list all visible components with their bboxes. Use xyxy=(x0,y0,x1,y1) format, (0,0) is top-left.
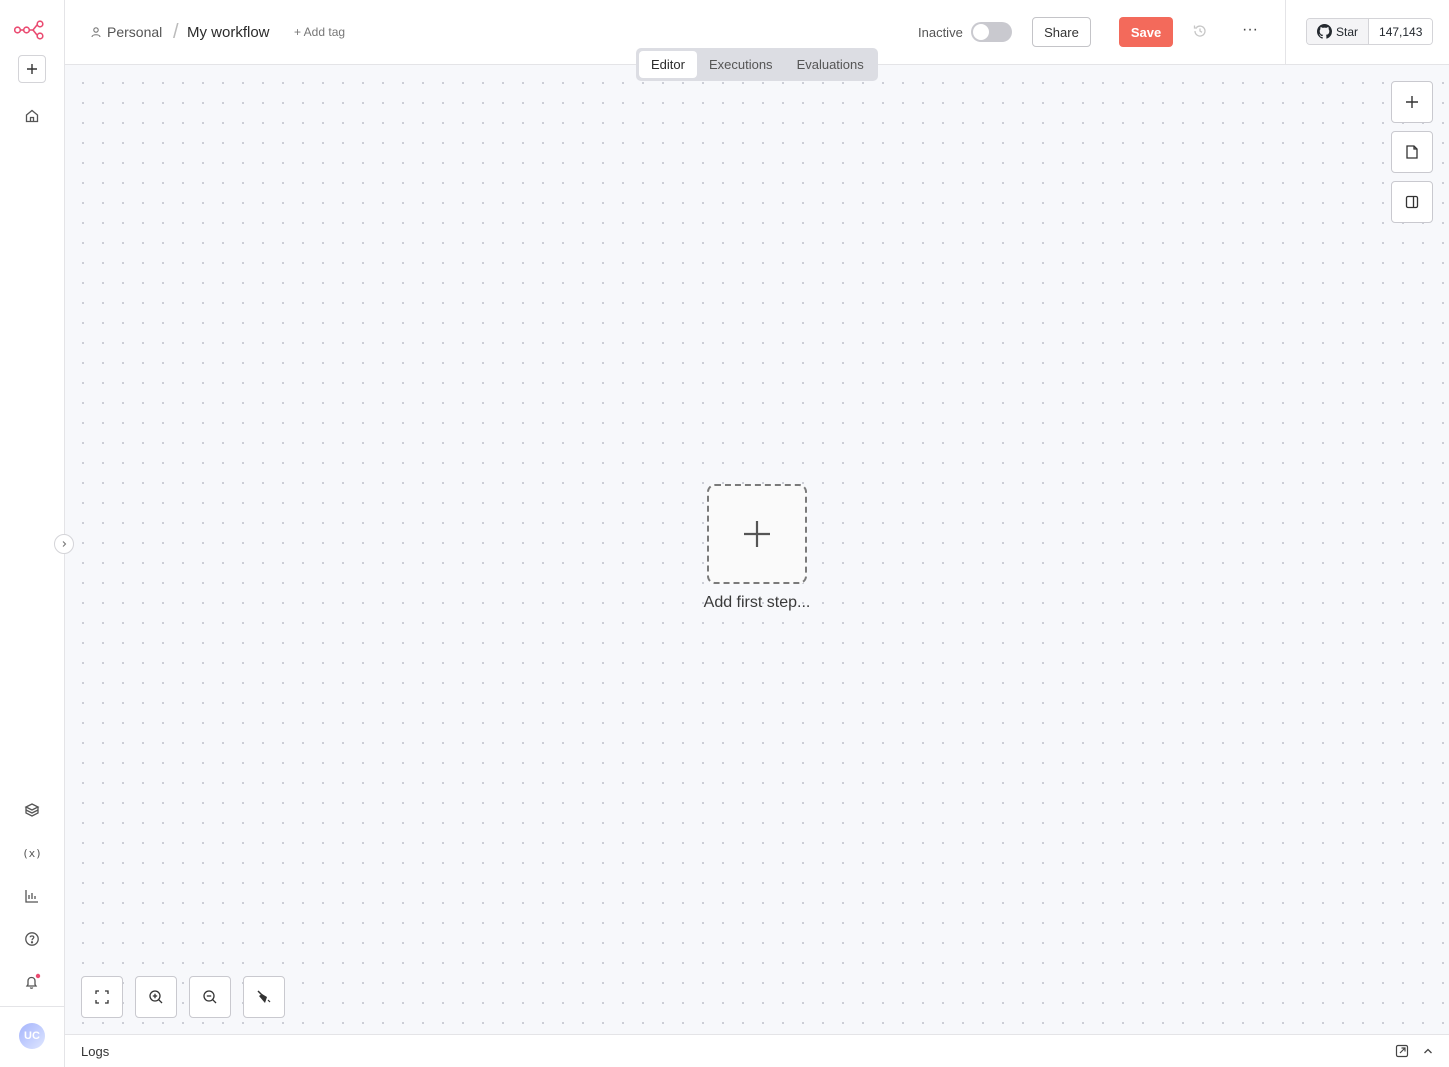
logs-label: Logs xyxy=(81,1044,110,1059)
chevron-up-icon[interactable] xyxy=(1421,1044,1435,1058)
zoom-in-button[interactable] xyxy=(135,976,177,1018)
active-toggle[interactable] xyxy=(971,22,1012,42)
plus-icon xyxy=(744,521,770,547)
add-tag-button[interactable]: + Add tag xyxy=(294,25,345,39)
insights-button[interactable] xyxy=(22,886,42,906)
panel-right-icon xyxy=(1405,195,1419,209)
broom-icon xyxy=(257,990,271,1003)
bell-icon xyxy=(25,973,41,989)
tidy-up-button[interactable] xyxy=(243,976,285,1018)
fit-view-icon xyxy=(95,990,109,1004)
templates-button[interactable] xyxy=(22,800,42,820)
sidebar-divider xyxy=(0,1006,64,1007)
user-avatar[interactable]: UC xyxy=(19,1023,45,1049)
plus-icon xyxy=(27,64,37,74)
toggle-panel-button[interactable] xyxy=(1391,181,1433,223)
zoom-out-button[interactable] xyxy=(189,976,231,1018)
github-star-widget[interactable]: Star 147,143 xyxy=(1306,18,1434,45)
workflow-canvas[interactable]: Add first step... xyxy=(65,65,1449,1034)
svg-text:(x): (x) xyxy=(24,847,40,860)
tab-editor[interactable]: Editor xyxy=(639,51,697,78)
variables-button[interactable]: (x) xyxy=(22,843,42,863)
toggle-knob xyxy=(973,24,989,40)
tab-evaluations[interactable]: Evaluations xyxy=(785,51,876,78)
plus-icon xyxy=(1406,96,1418,108)
help-button[interactable] xyxy=(22,929,42,949)
github-star-button[interactable]: Star xyxy=(1307,19,1370,44)
user-icon xyxy=(91,27,101,38)
github-star-count[interactable]: 147,143 xyxy=(1369,19,1433,44)
add-first-step-label: Add first step... xyxy=(703,594,811,611)
chart-icon xyxy=(25,890,38,903)
active-status-label: Inactive xyxy=(918,25,963,40)
add-first-step-button[interactable] xyxy=(707,484,807,584)
zoom-to-fit-button[interactable] xyxy=(81,976,123,1018)
workflow-title[interactable]: My workflow xyxy=(187,24,270,41)
github-icon xyxy=(1317,24,1332,39)
header-divider xyxy=(1285,0,1286,64)
zoom-in-icon xyxy=(149,990,163,1004)
history-icon[interactable] xyxy=(1192,23,1208,39)
main-sidebar: (x) UC xyxy=(0,0,65,1067)
breadcrumb-project[interactable]: Personal xyxy=(107,24,162,40)
view-tabs: Editor Executions Evaluations xyxy=(636,48,878,81)
create-button[interactable] xyxy=(18,55,46,83)
variable-icon: (x) xyxy=(24,847,40,860)
notification-dot xyxy=(35,973,41,979)
pop-out-icon[interactable] xyxy=(1395,1044,1409,1058)
share-button[interactable]: Share xyxy=(1032,17,1091,47)
breadcrumb-separator: / xyxy=(173,21,179,43)
sidebar-collapse-button[interactable] xyxy=(54,534,74,554)
open-nodes-panel-button[interactable] xyxy=(1391,81,1433,123)
add-sticky-note-button[interactable] xyxy=(1391,131,1433,173)
tab-executions[interactable]: Executions xyxy=(697,51,785,78)
sticky-note-icon xyxy=(1406,145,1418,159)
help-icon xyxy=(25,932,39,946)
chevron-right-icon xyxy=(62,541,67,547)
n8n-logo-icon[interactable] xyxy=(14,20,48,40)
zoom-out-icon xyxy=(203,990,217,1004)
more-options-button[interactable]: ··· xyxy=(1238,20,1262,44)
home-button[interactable] xyxy=(22,106,42,126)
save-button[interactable]: Save xyxy=(1119,17,1173,47)
box-icon xyxy=(24,803,40,817)
logs-panel-bar[interactable]: Logs xyxy=(65,1034,1449,1067)
github-star-label: Star xyxy=(1336,24,1359,39)
breadcrumb[interactable]: Personal xyxy=(90,24,162,40)
notifications-button[interactable] xyxy=(22,972,42,992)
home-icon xyxy=(25,109,39,123)
